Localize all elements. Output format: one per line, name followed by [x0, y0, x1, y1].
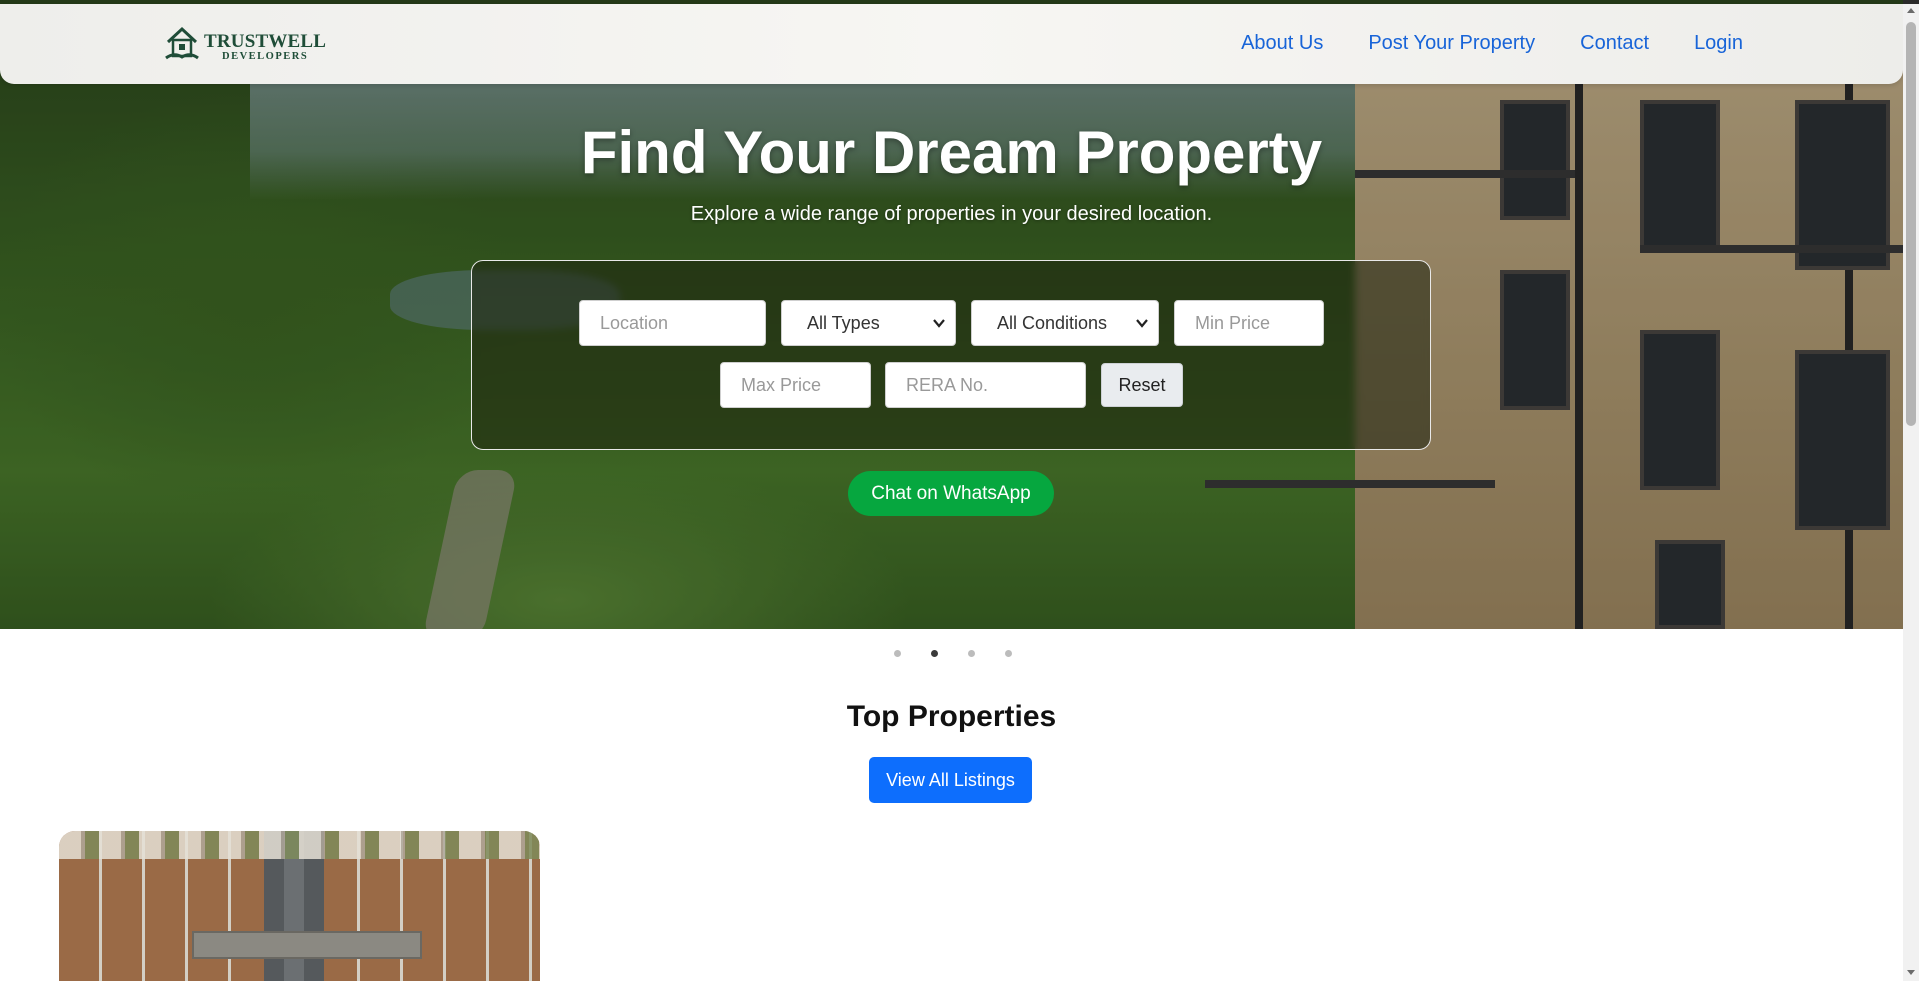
hero-subtitle: Explore a wide range of properties in yo…: [690, 203, 1213, 225]
top-properties-title: Top Properties: [846, 700, 1057, 733]
condition-select-value: All Conditions: [997, 312, 1108, 333]
carousel-dot-2[interactable]: [930, 650, 938, 657]
nav-post-property[interactable]: Post Your Property: [1368, 32, 1535, 55]
brand-tagline: DEVELOPERS: [222, 51, 309, 62]
nav-about-us[interactable]: About Us: [1241, 32, 1323, 55]
vertical-scrollbar[interactable]: [1903, 4, 1919, 981]
max-price-input[interactable]: [720, 362, 871, 408]
navbar: TRUSTWELL DEVELOPERS About Us Post Your …: [0, 4, 1903, 84]
property-card-image[interactable]: [59, 831, 540, 981]
card-houses: [59, 831, 540, 859]
scroll-down-arrow-icon[interactable]: [1907, 970, 1915, 975]
logo-house-handshake-icon: [165, 26, 199, 60]
carousel-indicators: [0, 650, 1903, 657]
card-entrance-gate: [192, 931, 422, 959]
search-panel: All Types All Conditions Reset: [471, 260, 1431, 450]
location-input[interactable]: [579, 300, 766, 346]
brand-name: TRUSTWELL: [204, 31, 327, 52]
condition-select[interactable]: All Conditions: [971, 300, 1159, 346]
type-select-value: All Types: [807, 312, 880, 333]
scroll-up-arrow-icon[interactable]: [1907, 8, 1915, 13]
nav-links: About Us Post Your Property Contact Logi…: [1241, 32, 1743, 55]
nav-login[interactable]: Login: [1694, 32, 1743, 55]
chevron-down-icon: [1136, 319, 1148, 328]
type-select[interactable]: All Types: [781, 300, 956, 346]
scroll-thumb[interactable]: [1906, 22, 1916, 426]
nav-contact[interactable]: Contact: [1580, 32, 1649, 55]
carousel-dot-4[interactable]: [1004, 650, 1012, 657]
chevron-down-icon: [933, 319, 945, 328]
brand-logo[interactable]: TRUSTWELL DEVELOPERS: [164, 24, 334, 68]
hero-title: Find Your Dream Property: [580, 119, 1323, 186]
view-all-listings-button[interactable]: View All Listings: [869, 757, 1032, 803]
page: TRUSTWELL DEVELOPERS About Us Post Your …: [0, 0, 1903, 981]
reset-button[interactable]: Reset: [1101, 363, 1183, 407]
rera-number-input[interactable]: [885, 362, 1086, 408]
carousel-dot-3[interactable]: [967, 650, 975, 657]
min-price-input[interactable]: [1174, 300, 1324, 346]
carousel-dot-1[interactable]: [893, 650, 901, 657]
chat-whatsapp-button[interactable]: Chat on WhatsApp: [848, 471, 1054, 516]
